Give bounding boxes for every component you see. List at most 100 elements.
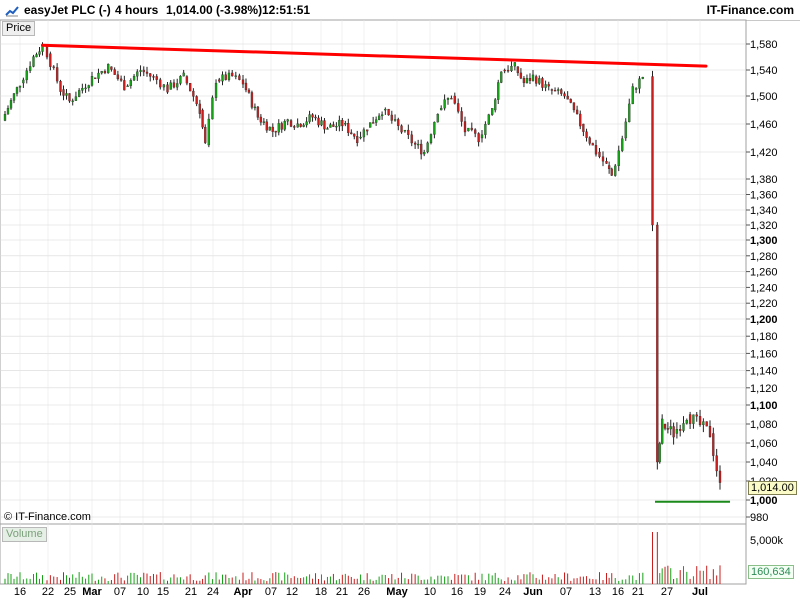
y-tick-label: 1,360 bbox=[750, 190, 778, 202]
candle bbox=[440, 108, 443, 111]
x-tick-label: 16 bbox=[612, 586, 624, 598]
candle bbox=[588, 137, 591, 144]
candle bbox=[81, 88, 84, 91]
candle bbox=[169, 82, 172, 90]
candle bbox=[244, 82, 248, 91]
y-tick-label: 1,280 bbox=[750, 251, 778, 263]
candle bbox=[484, 124, 487, 135]
candle bbox=[457, 103, 460, 112]
candle bbox=[460, 111, 463, 122]
candle bbox=[669, 426, 672, 430]
candle bbox=[192, 90, 195, 97]
candle bbox=[607, 165, 611, 170]
x-tick-label: May bbox=[386, 586, 408, 598]
candle bbox=[450, 98, 453, 100]
current-price-tag: 1,014.00 bbox=[748, 481, 797, 495]
candle bbox=[698, 416, 702, 426]
candle bbox=[560, 89, 563, 94]
candle bbox=[274, 130, 277, 133]
candle bbox=[641, 76, 644, 79]
candle bbox=[250, 92, 254, 108]
candle bbox=[679, 429, 682, 431]
candle bbox=[467, 127, 470, 132]
candle bbox=[62, 89, 65, 96]
y-tick-label: 1,160 bbox=[750, 348, 778, 360]
candle bbox=[470, 127, 473, 130]
candle bbox=[311, 114, 314, 118]
candle bbox=[71, 100, 74, 102]
x-tick-label: 07 bbox=[560, 586, 572, 598]
candle bbox=[663, 423, 667, 429]
candle bbox=[426, 142, 429, 153]
candle bbox=[214, 82, 218, 98]
y-tick-label: 1,380 bbox=[750, 174, 778, 186]
candle bbox=[335, 125, 338, 128]
candle bbox=[299, 123, 302, 127]
y-tick-label: 1,240 bbox=[750, 282, 778, 294]
candle bbox=[579, 113, 582, 127]
candle bbox=[289, 120, 293, 127]
y-tick-label: 1,420 bbox=[750, 147, 778, 159]
candle bbox=[572, 102, 576, 111]
candle bbox=[100, 71, 103, 74]
y-tick-label: 1,060 bbox=[750, 438, 778, 450]
candle bbox=[387, 108, 390, 116]
candle bbox=[491, 108, 494, 115]
y-tick-label: 1,320 bbox=[750, 220, 778, 232]
candle bbox=[658, 443, 661, 463]
y-tick-label: 1,340 bbox=[750, 205, 778, 217]
x-tick-label: 26 bbox=[358, 586, 370, 598]
candle bbox=[221, 74, 224, 82]
candle bbox=[617, 150, 620, 167]
candle bbox=[531, 74, 535, 81]
candle bbox=[159, 79, 162, 88]
y-tick-label: 1,200 bbox=[750, 314, 778, 326]
candle bbox=[675, 429, 679, 434]
y-axis[interactable]: 9801,0001,0201,0401,0601,0801,1001,1201,… bbox=[746, 39, 778, 524]
volume-scale-label: 5,000k bbox=[750, 535, 784, 547]
candle bbox=[84, 87, 87, 90]
candle bbox=[535, 76, 538, 84]
candle bbox=[350, 132, 353, 135]
x-tick-label: 15 bbox=[157, 586, 169, 598]
candle bbox=[113, 69, 116, 75]
candle bbox=[55, 67, 59, 82]
candle bbox=[487, 114, 490, 125]
candle bbox=[423, 152, 426, 155]
x-tick-label: 07 bbox=[114, 586, 126, 598]
candle bbox=[544, 84, 547, 88]
y-tick-label: 1,500 bbox=[750, 91, 778, 103]
x-tick-label: Mar bbox=[82, 586, 102, 598]
candle bbox=[477, 133, 480, 143]
x-tick-label: Apr bbox=[234, 586, 254, 598]
candle bbox=[522, 78, 526, 84]
candle bbox=[547, 84, 550, 87]
candle bbox=[136, 71, 139, 77]
price-panel-label: Price bbox=[2, 21, 36, 36]
candle bbox=[38, 51, 41, 55]
candle bbox=[6, 108, 10, 115]
candle bbox=[103, 71, 107, 74]
candle bbox=[338, 119, 341, 127]
candle bbox=[198, 103, 202, 114]
y-tick-label: 980 bbox=[750, 512, 768, 524]
candle bbox=[74, 96, 78, 101]
candle bbox=[268, 126, 271, 131]
y-tick-label: 1,180 bbox=[750, 331, 778, 343]
x-tick-label: 21 bbox=[185, 586, 197, 598]
y-tick-label: 1,080 bbox=[750, 419, 778, 431]
candle bbox=[510, 65, 513, 72]
candle bbox=[15, 87, 19, 94]
x-axis[interactable]: 16 22 25 Mar 07 10 15 21 24 Apr 07 12 18 21 26 May 10 16 1… bbox=[14, 586, 708, 598]
candle bbox=[110, 66, 113, 70]
candle bbox=[591, 143, 594, 146]
candle bbox=[407, 129, 410, 135]
candle bbox=[280, 123, 283, 130]
x-tick-label: 24 bbox=[499, 586, 511, 598]
x-tick-label: 10 bbox=[424, 586, 436, 598]
candle bbox=[631, 86, 634, 105]
candle bbox=[390, 114, 393, 121]
candle bbox=[234, 75, 237, 77]
price-panel bbox=[0, 19, 747, 525]
candle bbox=[162, 84, 166, 88]
